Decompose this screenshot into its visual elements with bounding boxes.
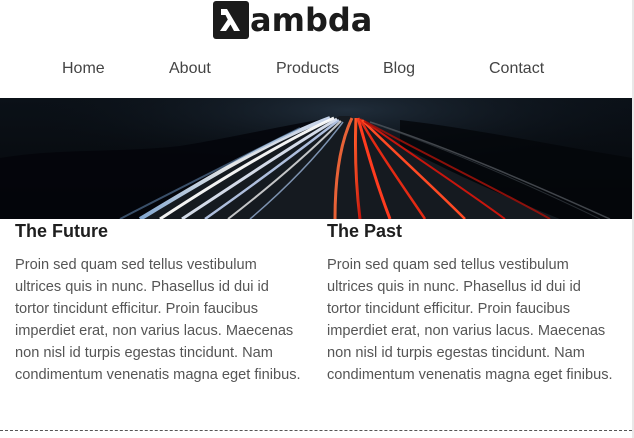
highway-light-trails-image	[0, 98, 632, 219]
main-nav: Home About Products Blog Contact	[0, 58, 632, 82]
nav-blog[interactable]: Blog	[383, 58, 415, 80]
nav-home[interactable]: Home	[62, 58, 105, 80]
footer-divider	[0, 430, 632, 431]
nav-products[interactable]: Products	[276, 58, 339, 80]
logo-text: ambda	[250, 1, 373, 39]
column-text: Proin sed quam sed tellus vestibulum ult…	[15, 257, 301, 383]
column-past: The Past Proin sed quam sed tellus vesti…	[327, 218, 617, 386]
lambda-glyph-icon	[220, 9, 240, 31]
column-text: Proin sed quam sed tellus vestibulum ult…	[327, 257, 613, 383]
column-title: The Future	[15, 221, 108, 241]
nav-about[interactable]: About	[169, 58, 211, 80]
column-title: The Past	[327, 221, 403, 241]
hero-banner	[0, 98, 632, 219]
nav-contact[interactable]: Contact	[489, 58, 544, 80]
column-future: The Future Proin sed quam sed tellus ves…	[15, 218, 305, 386]
site-logo[interactable]: ambda	[213, 0, 372, 40]
lambda-logo-icon	[213, 1, 249, 39]
